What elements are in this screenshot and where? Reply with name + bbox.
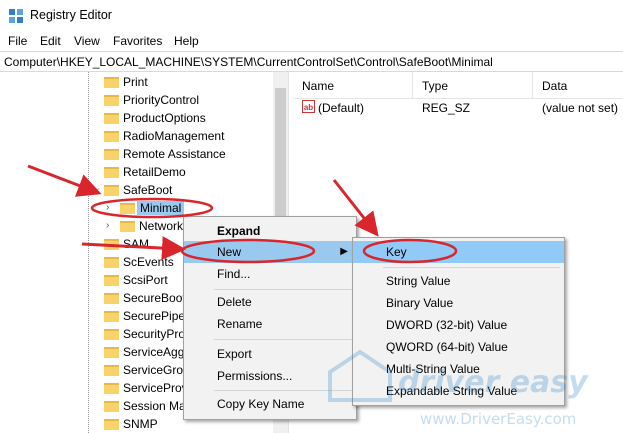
menu-item-new[interactable]: New ▶ <box>184 241 356 263</box>
folder-icon <box>104 185 119 196</box>
tree-item-radiomanagement[interactable]: RadioManagement <box>0 128 272 146</box>
menu-item-delete[interactable]: Delete <box>184 291 356 313</box>
menu-item-rename[interactable]: Rename <box>184 313 356 335</box>
tree-item-remote-assistance[interactable]: Remote Assistance <box>0 146 272 164</box>
submenu-item-key[interactable]: Key <box>353 241 564 263</box>
folder-icon <box>104 401 119 412</box>
menu-bar: File Edit View Favorites Help <box>0 32 623 50</box>
folder-icon <box>104 419 119 430</box>
menu-item-find[interactable]: Find... <box>184 263 356 285</box>
collapse-chevron-icon[interactable]: ⌵ <box>92 184 100 195</box>
folder-icon <box>104 329 119 340</box>
folder-icon <box>104 77 119 88</box>
address-path[interactable]: Computer\HKEY_LOCAL_MACHINE\SYSTEM\Curre… <box>4 55 493 69</box>
tree-item-safeboot[interactable]: ⌵ SafeBoot <box>0 182 272 200</box>
folder-icon <box>104 347 119 358</box>
menu-view[interactable]: View <box>74 34 100 48</box>
tree-item-retaildemo[interactable]: RetailDemo <box>0 164 272 182</box>
menu-help[interactable]: Help <box>174 34 199 48</box>
folder-icon <box>104 311 119 322</box>
menu-item-copy-key-name[interactable]: Copy Key Name <box>184 393 356 415</box>
value-name: (Default) <box>318 101 365 115</box>
tree-item-print[interactable]: Print <box>0 74 272 92</box>
expand-chevron-icon[interactable]: › <box>106 220 109 231</box>
folder-icon <box>104 239 119 250</box>
submenu-arrow-icon: ▶ <box>340 246 348 257</box>
menu-separator <box>214 289 352 290</box>
title-bar: Registry Editor <box>0 0 623 32</box>
column-type[interactable]: Type <box>422 79 448 93</box>
menu-separator <box>214 339 352 340</box>
registry-editor-icon <box>9 9 23 23</box>
new-submenu: Key String Value Binary Value DWORD (32-… <box>352 237 565 406</box>
folder-icon <box>104 293 119 304</box>
window-title: Registry Editor <box>30 8 112 22</box>
submenu-item-multi-string-value[interactable]: Multi-String Value <box>353 358 564 380</box>
column-name[interactable]: Name <box>302 79 334 93</box>
menu-file[interactable]: File <box>8 34 27 48</box>
submenu-item-expandable-string-value[interactable]: Expandable String Value <box>353 380 564 402</box>
submenu-item-binary-value[interactable]: Binary Value <box>353 292 564 314</box>
folder-icon <box>104 365 119 376</box>
address-bar[interactable]: Computer\HKEY_LOCAL_MACHINE\SYSTEM\Curre… <box>0 51 623 72</box>
tree-item-prioritycontrol[interactable]: PriorityControl <box>0 92 272 110</box>
folder-icon <box>120 203 135 214</box>
folder-icon <box>104 167 119 178</box>
folder-icon <box>104 95 119 106</box>
menu-favorites[interactable]: Favorites <box>113 34 162 48</box>
tree-item-productoptions[interactable]: ProductOptions <box>0 110 272 128</box>
menu-item-permissions[interactable]: Permissions... <box>184 365 356 387</box>
folder-icon <box>104 131 119 142</box>
value-type: REG_SZ <box>422 101 471 115</box>
submenu-item-string-value[interactable]: String Value <box>353 270 564 292</box>
menu-item-export[interactable]: Export <box>184 343 356 365</box>
menu-separator <box>214 390 352 391</box>
string-value-icon: ab <box>302 100 315 113</box>
folder-icon <box>104 275 119 286</box>
expand-chevron-icon[interactable]: › <box>106 202 109 213</box>
menu-separator <box>383 267 560 268</box>
column-data[interactable]: Data <box>542 79 567 93</box>
submenu-item-dword-value[interactable]: DWORD (32-bit) Value <box>353 314 564 336</box>
folder-icon <box>120 221 135 232</box>
column-divider[interactable] <box>412 72 413 98</box>
context-menu: Expand New ▶ Find... Delete Rename Expor… <box>183 216 357 420</box>
submenu-item-qword-value[interactable]: QWORD (64-bit) Value <box>353 336 564 358</box>
folder-icon <box>104 257 119 268</box>
list-header: Name Type Data <box>294 72 623 99</box>
folder-icon <box>104 383 119 394</box>
menu-item-expand[interactable]: Expand <box>184 220 356 242</box>
folder-icon <box>104 149 119 160</box>
menu-edit[interactable]: Edit <box>40 34 61 48</box>
value-data: (value not set) <box>542 101 619 115</box>
column-divider[interactable] <box>532 72 533 98</box>
folder-icon <box>104 113 119 124</box>
